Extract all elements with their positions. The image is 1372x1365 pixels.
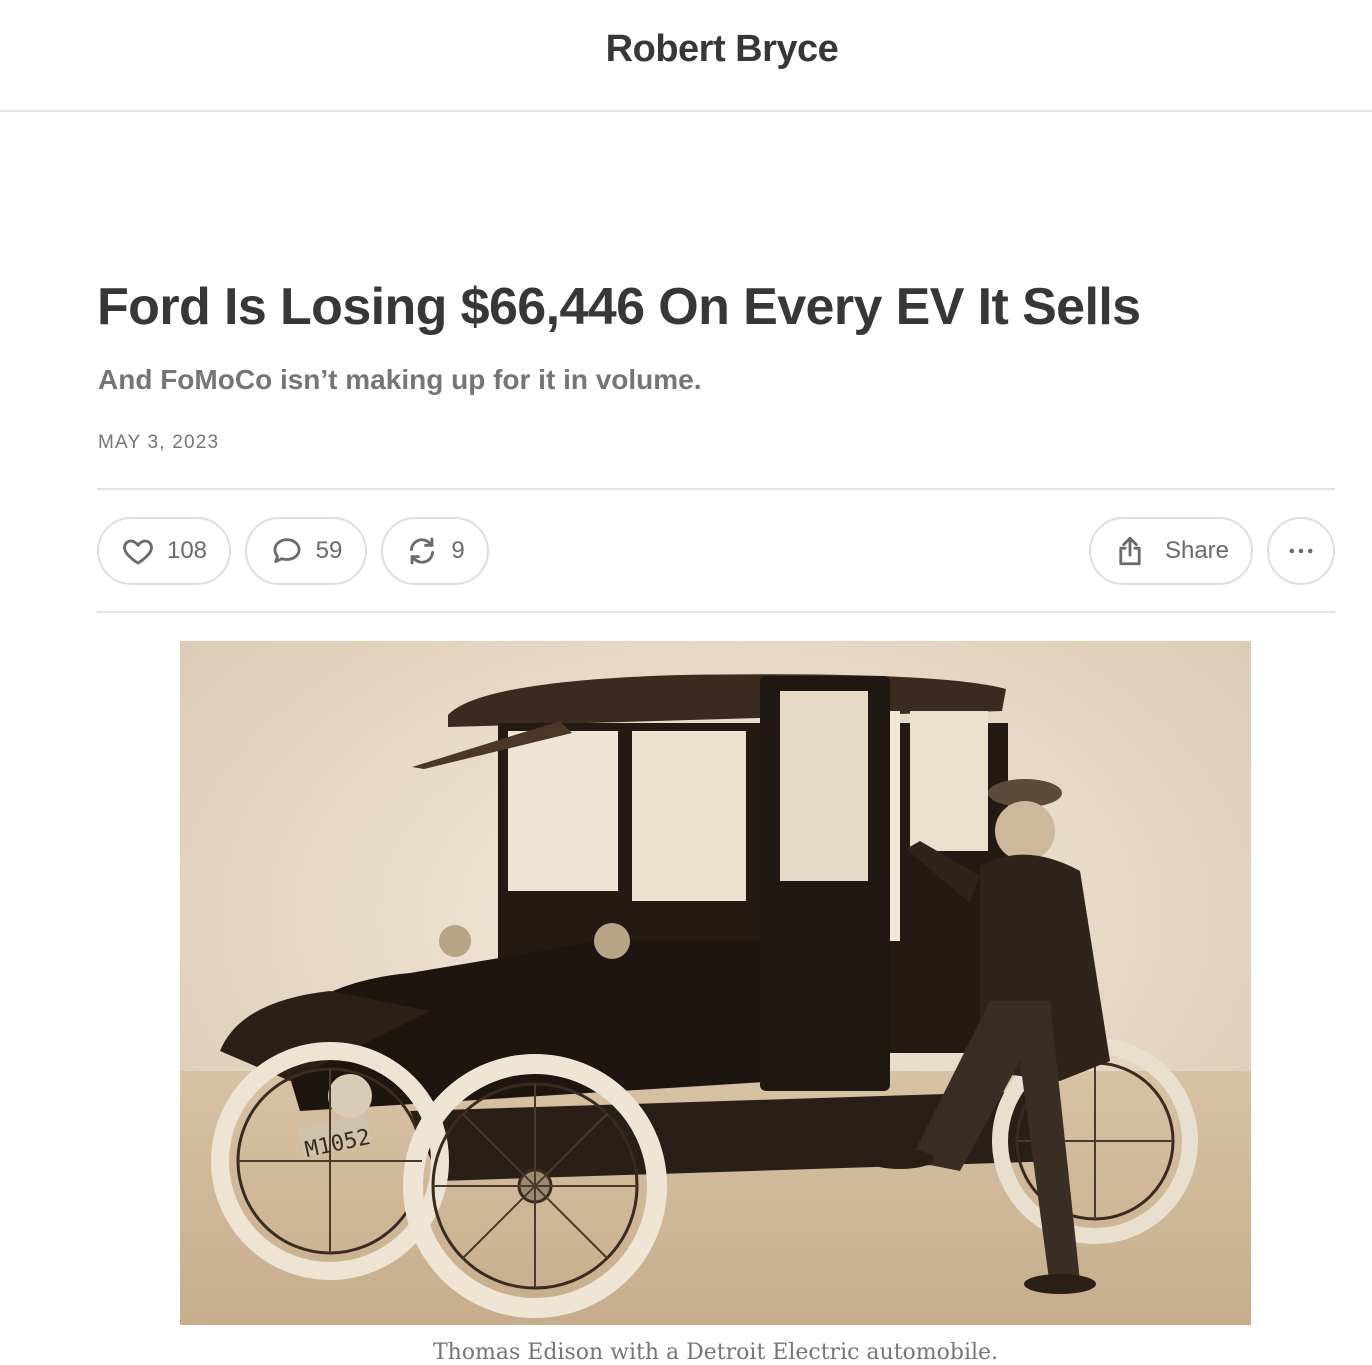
like-button[interactable]: 108 xyxy=(97,517,231,585)
restack-button[interactable]: 9 xyxy=(381,517,489,585)
share-icon xyxy=(1119,536,1141,566)
divider-bottom xyxy=(97,611,1335,613)
divider-top xyxy=(97,488,1335,490)
comment-icon xyxy=(273,538,301,564)
more-options-button[interactable] xyxy=(1267,517,1335,585)
publication-name[interactable]: Robert Bryce xyxy=(606,28,839,71)
share-label: Share xyxy=(1164,537,1230,564)
vintage-car-illustration: M1052 xyxy=(180,641,1251,1325)
publication-header: Robert Bryce xyxy=(0,0,1372,112)
share-button[interactable]: Share xyxy=(1089,517,1253,585)
restack-icon xyxy=(410,537,435,565)
like-count: 108 xyxy=(166,537,208,564)
comment-count: 59 xyxy=(315,537,343,564)
post-subtitle: And FoMoCo isn’t making up for it in vol… xyxy=(98,364,702,395)
comment-button[interactable]: 59 xyxy=(245,517,367,585)
post-title: Ford Is Losing $66,446 On Every EV It Se… xyxy=(97,278,1141,336)
heart-icon xyxy=(123,539,153,565)
post-date: MAY 3, 2023 xyxy=(98,432,220,453)
edison-car-photo[interactable]: M1052 xyxy=(180,641,1251,1325)
more-icon xyxy=(1289,548,1313,554)
image-caption: Thomas Edison with a Detroit Electric au… xyxy=(432,1340,999,1365)
restack-count: 9 xyxy=(451,537,465,564)
